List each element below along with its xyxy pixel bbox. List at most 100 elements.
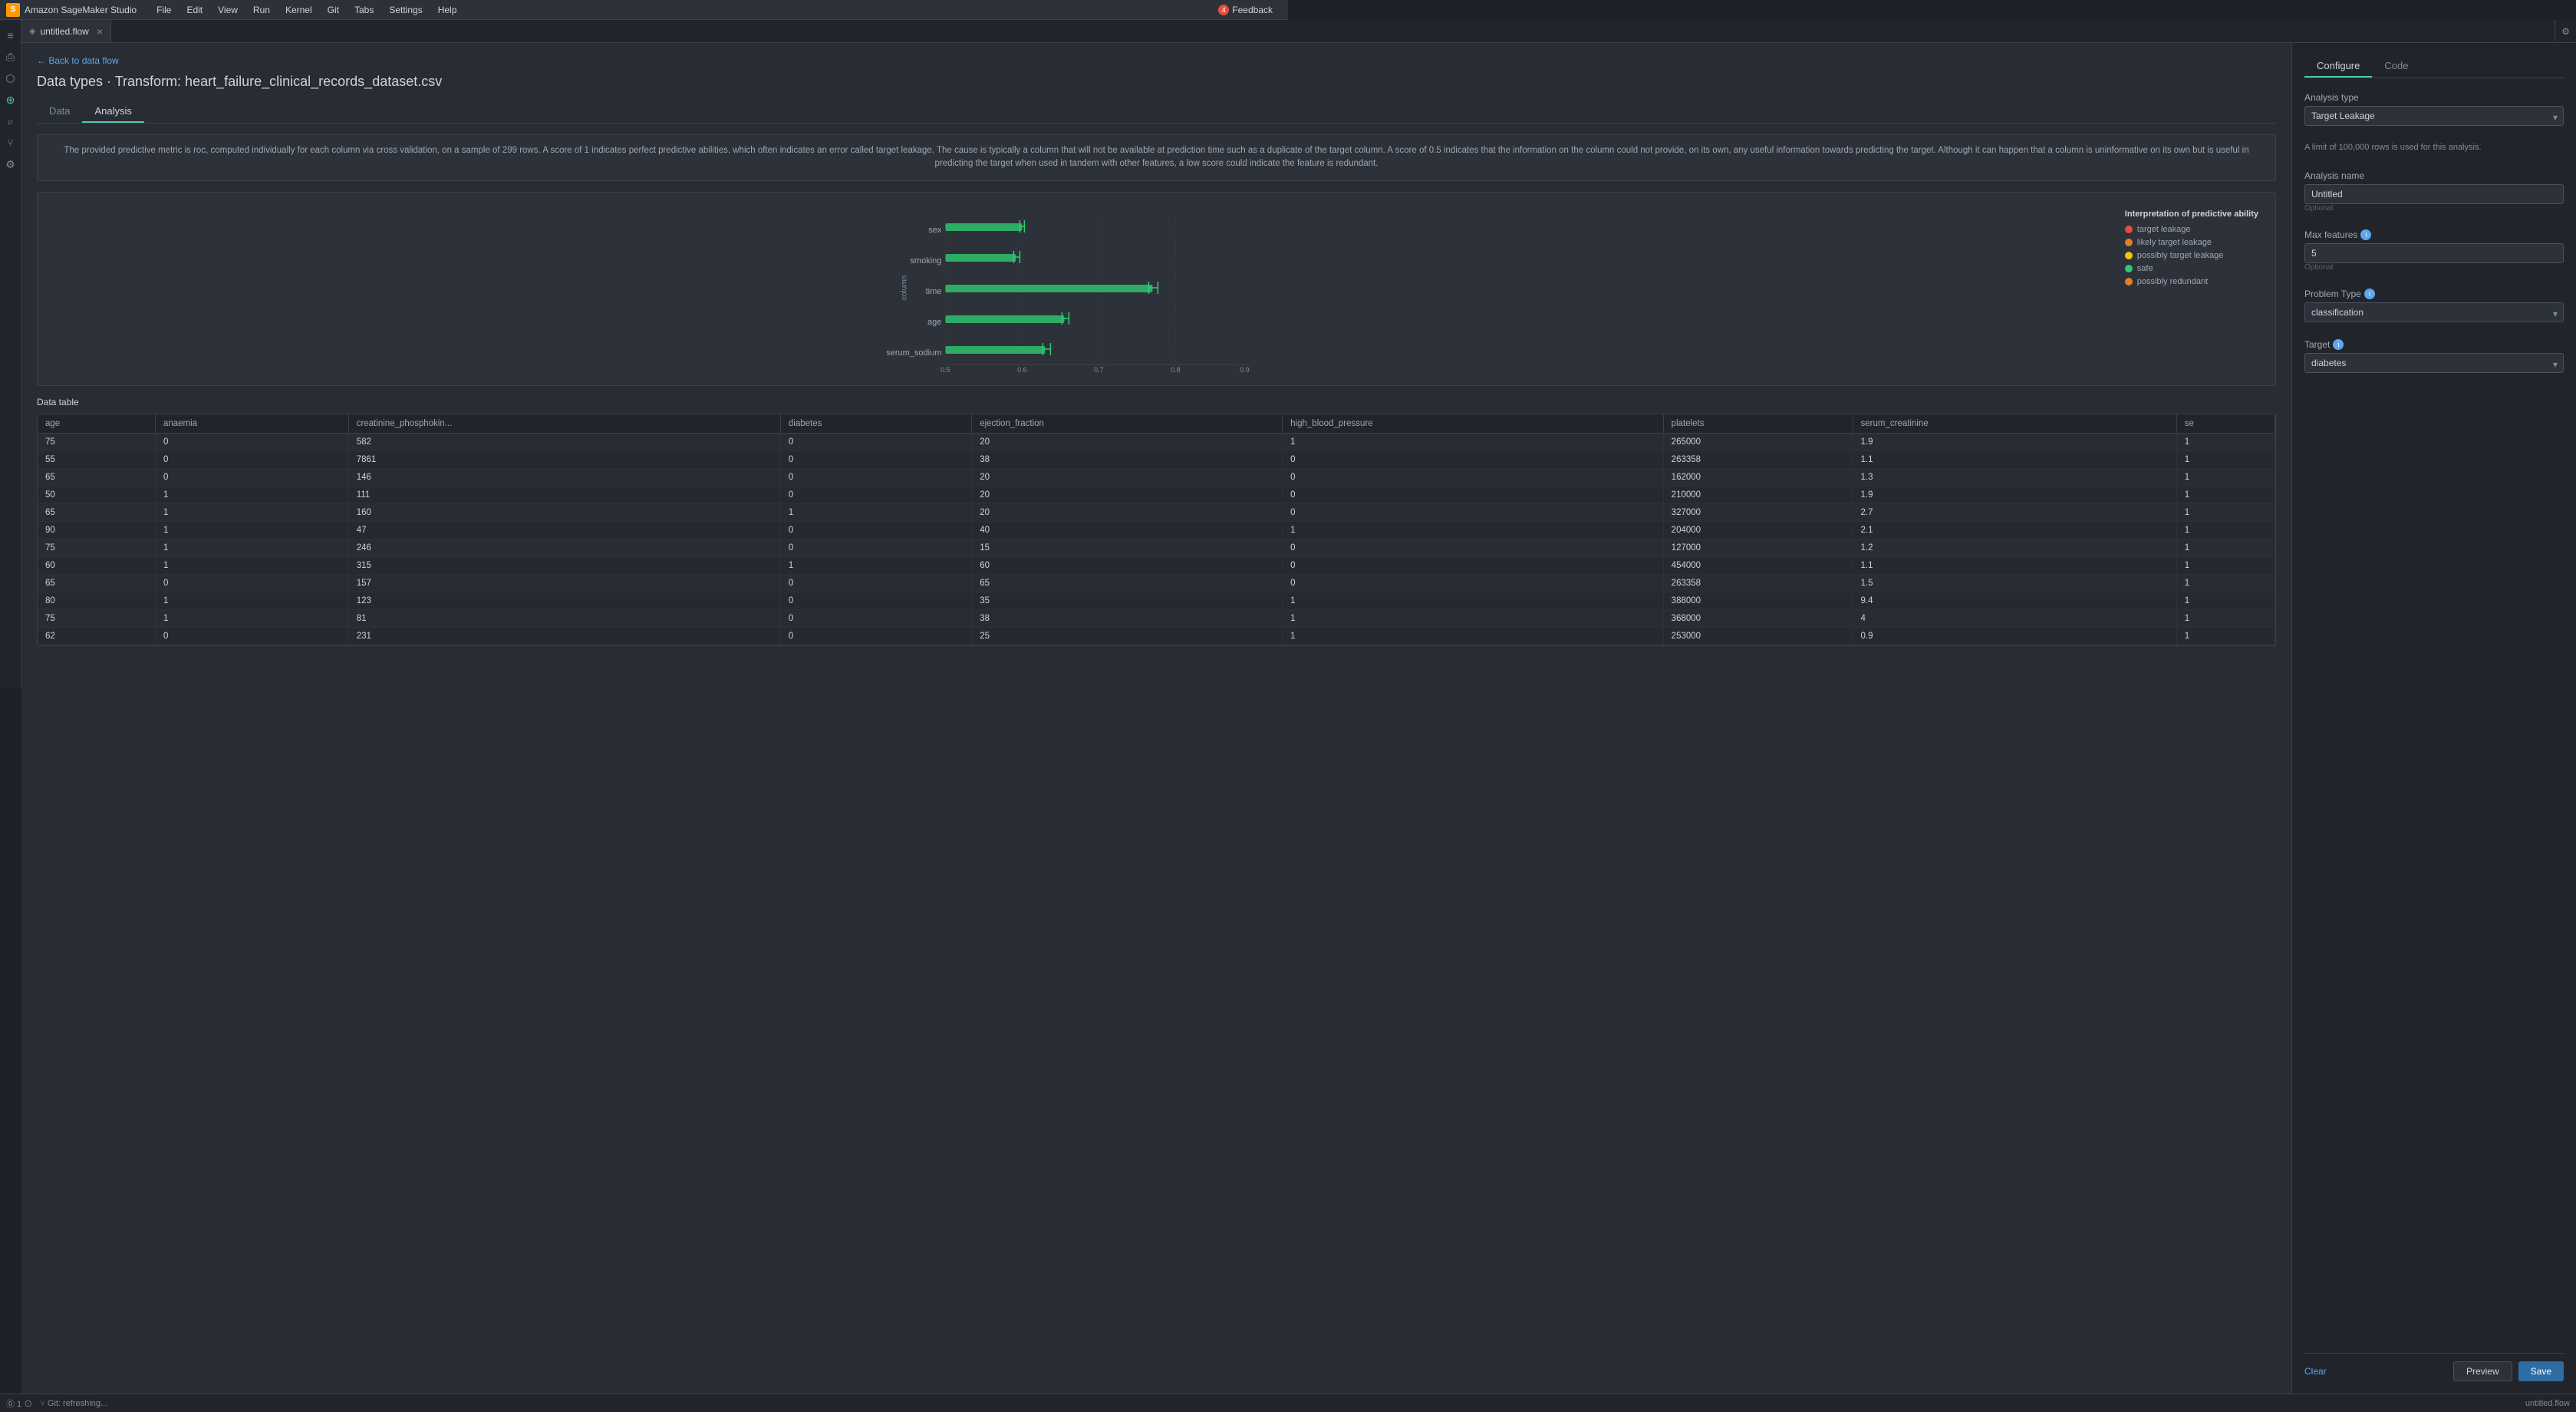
svg-text:serum_sodium: serum_sodium [886, 348, 941, 358]
page-title: Data types · Transform: heart_failure_cl… [37, 74, 2276, 90]
target-info-icon[interactable]: i [2333, 339, 2344, 350]
preview-button[interactable]: Preview [2453, 1361, 2512, 1381]
legend-target-leakage: target leakage [2125, 225, 2258, 234]
menu-kernel[interactable]: Kernel [278, 3, 320, 17]
app-title: Amazon SageMaker Studio [25, 5, 137, 15]
svg-text:time: time [926, 287, 942, 296]
analysis-type-label: Analysis type [2304, 92, 2564, 103]
chart-container: sex smoking time age serum_sodium column… [37, 192, 2276, 386]
col-se: se [2176, 414, 2275, 434]
menu-items: File Edit View Run Kernel Git Tabs Setti… [149, 3, 464, 17]
notification-badge: 4 [1218, 5, 1229, 15]
problem-type-section: Problem Type i classification regression [2304, 289, 2564, 328]
menu-edit[interactable]: Edit [179, 3, 210, 17]
save-button[interactable]: Save [2518, 1361, 2564, 1381]
right-panel: Configure Code Analysis type Target Leak… [2292, 43, 2576, 1394]
problem-type-info-icon[interactable]: i [2364, 289, 2375, 299]
file-tab[interactable]: ◈ untitled.flow × [21, 20, 111, 42]
menu-help[interactable]: Help [430, 3, 465, 17]
sidebar-icon-flow[interactable]: ⊛ [2, 91, 20, 109]
analysis-name-input[interactable] [2304, 184, 2564, 204]
svg-text:0.8: 0.8 [1171, 366, 1181, 372]
table-row: 9014704012040002.11 [38, 521, 2275, 539]
table-row: 550786103802633581.11 [38, 450, 2275, 468]
menu-tabs[interactable]: Tabs [347, 3, 381, 17]
chart-plot: sex smoking time age serum_sodium column… [48, 203, 2111, 374]
center-content: ← Back to data flow Data types · Transfo… [21, 43, 2292, 1394]
legend-possibly-target-leakage: possibly target leakage [2125, 251, 2258, 260]
sidebar-icon-settings[interactable]: ⚙ [2, 155, 20, 173]
sidebar-icon-files[interactable]: ⎙ [2, 48, 20, 66]
right-settings-icon[interactable]: ⚙ [2555, 20, 2576, 43]
table-row: 50111102002100001.91 [38, 486, 2275, 503]
tab-label: untitled.flow [40, 26, 88, 37]
legend-title: Interpretation of predictive ability [2125, 209, 2258, 219]
svg-text:smoking: smoking [910, 256, 941, 266]
svg-text:0.6: 0.6 [1017, 366, 1027, 372]
problem-type-select[interactable]: classification regression [2304, 302, 2564, 322]
col-anaemia: anaemia [155, 414, 348, 434]
max-features-label: Max features i [2304, 229, 2564, 240]
legend-dot-green [2125, 265, 2133, 272]
col-high-bp: high_blood_pressure [1283, 414, 1664, 434]
table-row: 80112303513880009.41 [38, 592, 2275, 609]
target-wrapper: diabetes age anaemia DEATH_EVENT [2304, 353, 2564, 376]
svg-text:0.9: 0.9 [1240, 366, 1250, 372]
tab-icon: ◈ [29, 26, 35, 36]
panel-tab-code[interactable]: Code [2372, 55, 2420, 78]
top-menubar: S Amazon SageMaker Studio File Edit View… [0, 0, 1288, 20]
max-features-input[interactable] [2304, 243, 2564, 263]
data-table-wrapper: age anaemia creatinine_phosphokin... dia… [37, 414, 2276, 646]
tab-analysis[interactable]: Analysis [82, 101, 143, 123]
left-sidebar: ≡ ⎙ ⬡ ⊛ ⌕ ⑂ ⚙ [0, 20, 21, 688]
tab-close-button[interactable]: × [97, 25, 103, 38]
table-row: 60131516004540001.11 [38, 556, 2275, 574]
sidebar-icon-search[interactable]: ⌕ [2, 112, 20, 130]
analysis-name-section: Analysis name Optional [2304, 170, 2564, 219]
max-features-section: Max features i Optional [2304, 229, 2564, 278]
content-tabs: Data Analysis [37, 101, 2276, 124]
table-row: 65116012003270002.71 [38, 503, 2275, 521]
sidebar-icon-git[interactable]: ⑂ [2, 134, 20, 152]
panel-tab-configure[interactable]: Configure [2304, 55, 2372, 78]
legend-possibly-redundant: possibly redundant [2125, 277, 2258, 286]
data-table-section: Data table age anaemia creatinine_phosph… [37, 397, 2276, 646]
clear-button[interactable]: Clear [2304, 1362, 2327, 1381]
problem-type-wrapper: classification regression [2304, 302, 2564, 325]
table-row: 65014602001620001.31 [38, 468, 2275, 486]
menu-file[interactable]: File [149, 3, 179, 17]
sidebar-icon-extensions[interactable]: ⬡ [2, 69, 20, 87]
back-to-flow-link[interactable]: ← Back to data flow [37, 55, 2276, 66]
table-row: 75058202012650001.91 [38, 433, 2275, 450]
legend-dot-orange [2125, 239, 2133, 246]
table-row: 75181038136800041 [38, 609, 2275, 627]
svg-text:age: age [927, 318, 941, 327]
menu-git[interactable]: Git [320, 3, 347, 17]
sidebar-icon-menu[interactable]: ≡ [2, 26, 20, 45]
status-bar: ⓪ 1 ⊙ ⑂ Git: refreshing... untitled.flow [0, 1394, 2576, 1412]
tab-bar: ◈ untitled.flow × [21, 20, 2576, 43]
menu-run[interactable]: Run [245, 3, 278, 17]
max-features-info-icon[interactable]: i [2360, 229, 2371, 240]
panel-tabs: Configure Code [2304, 55, 2564, 78]
target-select[interactable]: diabetes age anaemia DEATH_EVENT [2304, 353, 2564, 373]
feedback-button[interactable]: 4 Feedback [1209, 3, 1282, 17]
app-icon: S [6, 3, 20, 17]
legend-likely-target-leakage: likely target leakage [2125, 238, 2258, 247]
svg-text:column: column [900, 275, 908, 299]
col-serum-creatinine: serum_creatinine [1853, 414, 2176, 434]
data-table: age anaemia creatinine_phosphokin... dia… [38, 414, 2275, 645]
tab-data[interactable]: Data [37, 101, 82, 123]
chart-legend: Interpretation of predictive ability tar… [2119, 203, 2265, 374]
menu-settings[interactable]: Settings [381, 3, 430, 17]
menu-view[interactable]: View [210, 3, 245, 17]
legend-safe: safe [2125, 264, 2258, 273]
col-creatinine: creatinine_phosphokin... [348, 414, 780, 434]
target-section: Target i diabetes age anaemia DEATH_EVEN… [2304, 339, 2564, 379]
panel-actions: Clear Preview Save [2304, 1353, 2564, 1381]
legend-dot-yellow [2125, 252, 2133, 259]
max-features-optional: Optional [2304, 263, 2564, 272]
analysis-type-select[interactable]: Target Leakage Feature Correlation Class… [2304, 106, 2564, 126]
analysis-name-label: Analysis name [2304, 170, 2564, 181]
status-git: ⑂ Git: refreshing... [40, 1399, 107, 1408]
